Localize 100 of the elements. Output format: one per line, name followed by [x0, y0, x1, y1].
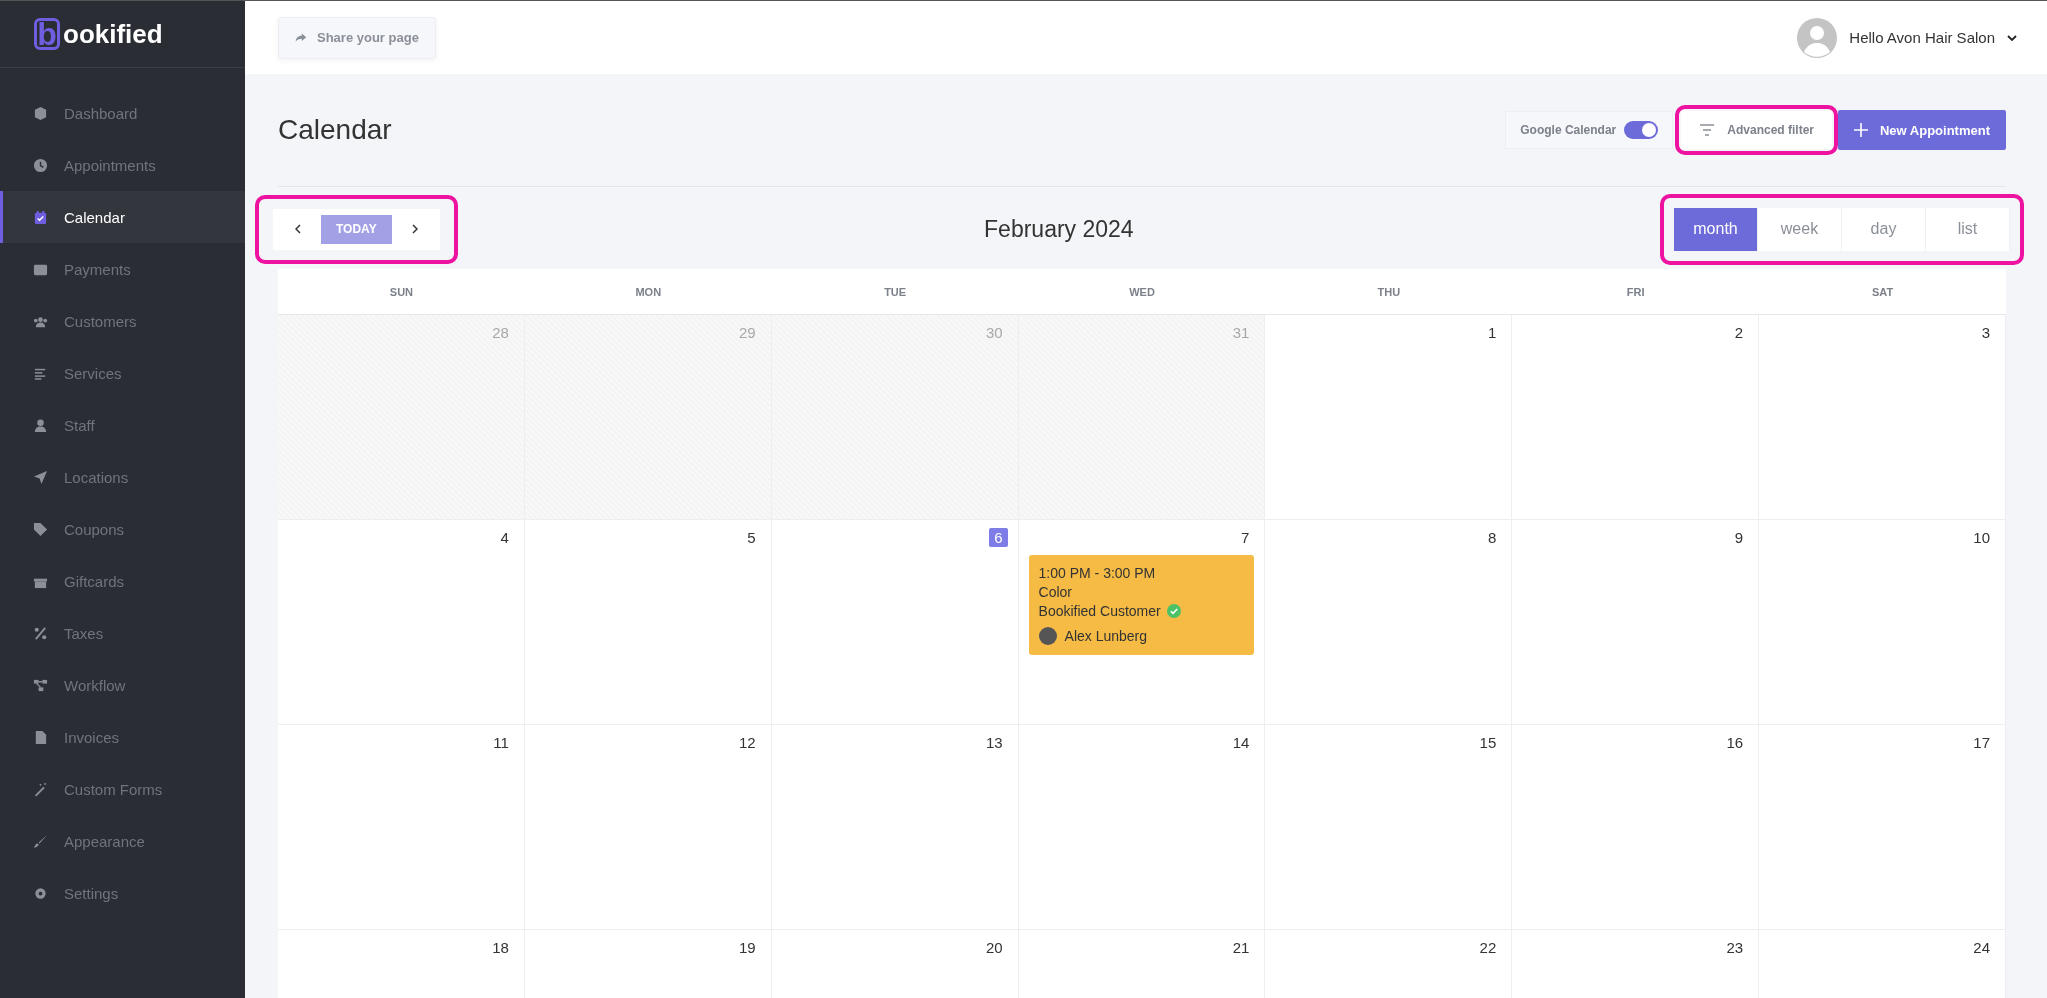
flow-icon: [33, 677, 48, 693]
day-cell[interactable]: 13: [771, 725, 1019, 930]
percent-icon: [33, 625, 48, 641]
sidebar-item[interactable]: Custom Forms: [0, 763, 245, 815]
new-appointment-button[interactable]: New Appointment: [1838, 110, 2006, 150]
plus-icon: [1854, 123, 1868, 137]
chevron-down-icon[interactable]: [2007, 34, 2017, 41]
day-cell[interactable]: 12: [524, 725, 772, 930]
day-cell[interactable]: 15: [1265, 725, 1513, 930]
weekday-header: THU: [1376, 284, 1402, 300]
day-number: 9: [1733, 528, 1745, 547]
sidebar-item[interactable]: Services: [0, 347, 245, 399]
appointment-customer: Bookified Customer: [1038, 603, 1161, 619]
day-number: 23: [1725, 938, 1745, 957]
weekday-header: TUE: [883, 284, 908, 300]
sidebar-item[interactable]: Invoices: [0, 711, 245, 763]
day-number: 14: [1231, 733, 1251, 752]
day-number: 15: [1478, 733, 1498, 752]
day-cell[interactable]: 9: [1512, 520, 1760, 725]
day-cell[interactable]: 11: [278, 725, 525, 930]
day-number: 8: [1486, 528, 1498, 547]
day-number: 10: [1972, 528, 1991, 547]
advanced-filter-button[interactable]: Advanced filter: [1681, 111, 1832, 149]
appointment-card[interactable]: 1:00 PM - 3:00 PM Color Bookified Customer Alex Lunberg: [1028, 555, 1255, 655]
sidebar-item[interactable]: Giftcards: [0, 555, 245, 607]
day-cell[interactable]: 30: [771, 315, 1019, 520]
staff-avatar: [1038, 627, 1057, 645]
wand-icon: [33, 781, 48, 797]
user-greeting[interactable]: Hello Avon Hair Salon: [1849, 29, 1995, 46]
day-cell[interactable]: 4: [278, 520, 525, 725]
day-number: 5: [746, 528, 757, 547]
day-cell[interactable]: 24: [1759, 930, 2006, 998]
sidebar-item[interactable]: Appearance: [0, 815, 245, 867]
sidebar-item[interactable]: Coupons: [0, 503, 245, 555]
day-number: 1: [1486, 323, 1498, 342]
day-cell[interactable]: 5: [524, 520, 772, 725]
day-cell[interactable]: 14: [1018, 725, 1266, 930]
weekday-header: SAT: [1870, 284, 1895, 300]
day-number: 13: [984, 733, 1004, 752]
day-number: 18: [491, 938, 510, 957]
day-cell[interactable]: 1: [1265, 315, 1513, 520]
day-number: 4: [499, 528, 510, 547]
file-icon: [33, 729, 48, 745]
calendar-icon: [33, 209, 48, 225]
day-number: 16: [1725, 733, 1745, 752]
day-number: 30: [984, 323, 1004, 342]
day-cell[interactable]: 2: [1512, 315, 1760, 520]
day-number: 2: [1733, 323, 1745, 342]
day-number: 7: [1240, 528, 1251, 547]
day-number: 24: [1972, 938, 1991, 957]
day-number: 21: [1231, 938, 1251, 957]
appointment-service: Color: [1038, 584, 1074, 600]
day-cell[interactable]: 10: [1759, 520, 2006, 725]
weekday-header: SUN: [388, 284, 415, 300]
day-cell[interactable]: 6: [771, 520, 1019, 725]
arrow-icon: [33, 469, 48, 485]
chevron-right-icon: [411, 224, 418, 234]
sidebar-item[interactable]: Staff: [0, 399, 245, 451]
day-cell[interactable]: 19: [524, 930, 772, 998]
weekday-header: MON: [634, 284, 663, 300]
day-cell[interactable]: 17: [1759, 725, 2006, 930]
sidebar-item[interactable]: Customers: [0, 295, 245, 347]
day-number: 20: [984, 938, 1004, 957]
sidebar-item[interactable]: Locations: [0, 451, 245, 503]
sidebar-item[interactable]: Payments: [0, 243, 245, 295]
logo-text: ookified: [63, 18, 163, 50]
clock-icon: [33, 157, 48, 173]
sidebar-item[interactable]: Workflow: [0, 659, 245, 711]
day-cell[interactable]: 18: [278, 930, 525, 998]
day-number: 28: [491, 323, 510, 342]
sidebar-item[interactable]: Calendar: [0, 191, 245, 243]
avatar-icon: [1797, 17, 1838, 58]
day-number: 31: [1231, 323, 1251, 342]
appointment-time: 1:00 PM - 3:00 PM: [1038, 565, 1157, 581]
sidebar-item[interactable]: Appointments: [0, 139, 245, 191]
day-cell[interactable]: 8: [1265, 520, 1513, 725]
day-number: 19: [738, 938, 757, 957]
brush-icon: [33, 833, 48, 849]
day-cell[interactable]: 3: [1759, 315, 2006, 520]
day-cell[interactable]: 16: [1512, 725, 1760, 930]
day-cell[interactable]: 20: [771, 930, 1019, 998]
day-cell[interactable]: 21: [1018, 930, 1266, 998]
day-number: 3: [1980, 323, 1991, 342]
filter-icon: [1699, 124, 1716, 136]
today-button[interactable]: TODAY: [321, 214, 392, 244]
day-cell[interactable]: 23: [1512, 930, 1760, 998]
sidebar-item[interactable]: Dashboard: [0, 87, 245, 139]
day-cell[interactable]: 22: [1265, 930, 1513, 998]
day-cell[interactable]: 29: [524, 315, 772, 520]
view-tab[interactable]: month: [1674, 207, 1758, 251]
logo-mark: b: [34, 18, 60, 50]
day-cell[interactable]: 7 1:00 PM - 3:00 PM Color Bookified Customer Alex Lunberg: [1018, 520, 1266, 725]
chevron-left-icon: [295, 224, 301, 234]
share-button[interactable]: Share your page: [278, 16, 436, 59]
day-number: 11: [492, 733, 510, 752]
user-icon: [33, 417, 48, 433]
weekday-header: WED: [1128, 284, 1156, 300]
toggle-switch[interactable]: [1624, 121, 1659, 139]
sidebar-item[interactable]: Taxes: [0, 607, 245, 659]
sidebar-item[interactable]: Settings: [0, 867, 245, 919]
